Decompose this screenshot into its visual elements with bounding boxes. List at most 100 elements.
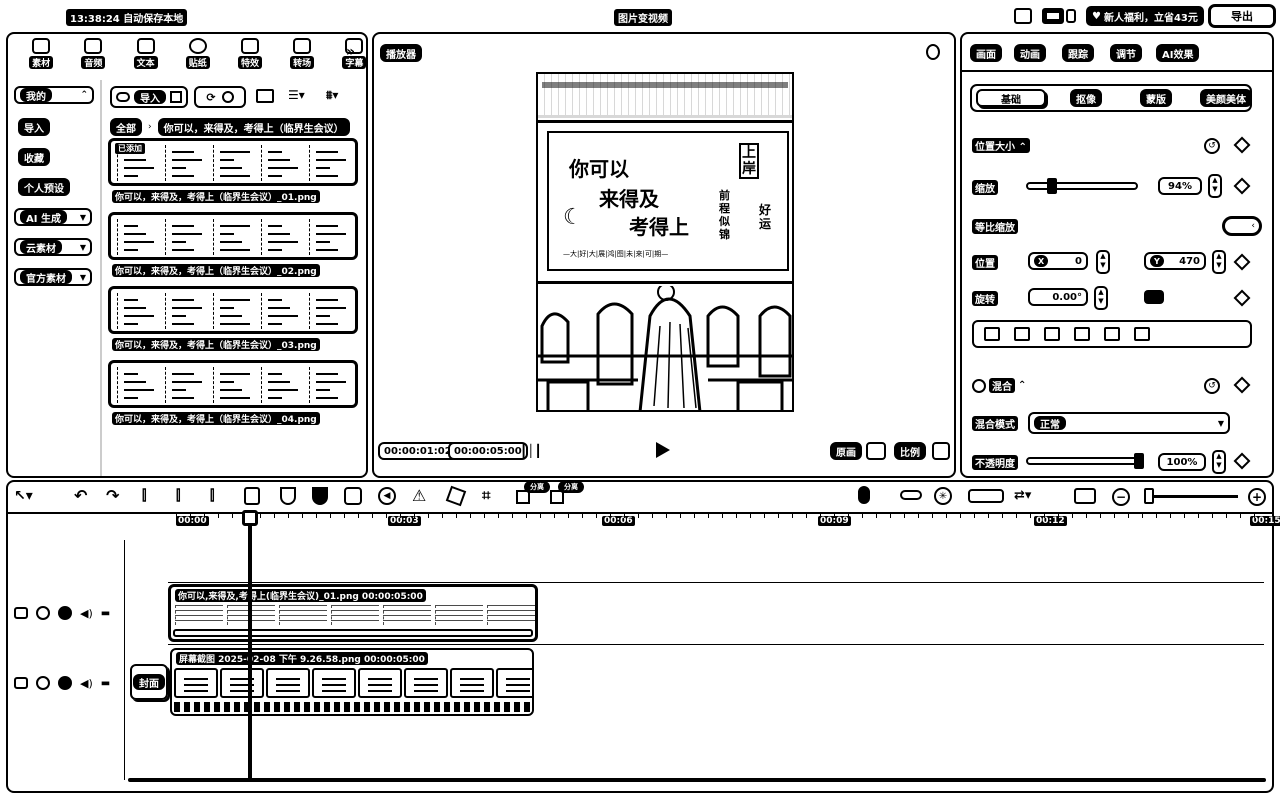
stepper-icon[interactable]: ▲ ▼ <box>1094 286 1108 310</box>
original-quality-button[interactable]: 原画 <box>830 442 862 460</box>
delete-icon[interactable] <box>244 487 260 505</box>
snap-icon[interactable]: ✳ <box>934 487 952 505</box>
record-button[interactable]: ⟳ <box>194 86 246 108</box>
scale-slider-knob[interactable] <box>1047 178 1058 194</box>
filter-icon[interactable]: ⩩▾ <box>326 88 338 103</box>
screenshot-icon[interactable] <box>1074 488 1096 504</box>
track-mode-icon[interactable]: ⇄▾ <box>1014 488 1031 503</box>
scale-input[interactable]: 94% <box>1158 177 1202 195</box>
list-view-icon[interactable] <box>256 89 274 103</box>
zoom-in-icon[interactable]: + <box>1248 488 1266 506</box>
inspector-tab-0[interactable]: 画面 <box>970 44 1002 62</box>
tab-sticker[interactable]: 贴纸 <box>180 38 216 69</box>
redo-icon[interactable]: ↷ <box>106 486 119 505</box>
opacity-slider-knob[interactable] <box>1134 453 1144 469</box>
inspector-tab-1[interactable]: 动画 <box>1014 44 1046 62</box>
blend-header[interactable]: 混合 ⌃ <box>972 378 1026 393</box>
nav-favorites[interactable]: 收藏 <box>18 148 50 166</box>
media-item[interactable]: 已添加 <box>108 138 358 186</box>
keyframe-icon[interactable] <box>1233 253 1251 271</box>
keyframe-icon[interactable] <box>1233 289 1251 307</box>
eye-icon[interactable] <box>58 606 72 620</box>
preview-canvas[interactable]: 你可以 来得及 考得上 ☾ 上岸 前程似锦 好运 —大|好|大|展|鸿|图|未|… <box>536 72 794 412</box>
reset-icon[interactable]: ↺ <box>1204 378 1220 394</box>
zoom-slider[interactable] <box>1144 495 1238 498</box>
shield-icon[interactable] <box>312 487 328 505</box>
split-icon[interactable]: ⫿ <box>142 488 146 504</box>
tab-media[interactable]: 素材 <box>23 38 59 69</box>
marker-icon[interactable] <box>280 487 296 505</box>
flip-icon[interactable] <box>1144 290 1164 304</box>
microphone-icon[interactable] <box>858 486 870 504</box>
filter-folder[interactable]: 你可以，来得及，考得上（临界生会议） <box>157 118 350 136</box>
timeline-scrollbar[interactable] <box>128 778 1266 782</box>
more-tabs-icon[interactable]: » <box>346 44 355 60</box>
monitor-icon[interactable] <box>1042 8 1064 24</box>
keyframe-icon[interactable] <box>1233 136 1251 154</box>
pos-y-input[interactable]: Y 470 <box>1144 252 1206 270</box>
nav-official[interactable]: 官方素材 ▼ <box>14 268 92 286</box>
export-button[interactable]: 导出 <box>1208 4 1276 28</box>
mute-icon[interactable]: ◀) <box>80 607 93 620</box>
import-button[interactable]: 导入 <box>110 86 188 108</box>
media-item[interactable] <box>108 212 358 260</box>
nav-import[interactable]: 导入 <box>18 118 50 136</box>
eye-icon[interactable] <box>58 676 72 690</box>
stepper-icon[interactable]: ▲ ▼ <box>1212 250 1226 274</box>
checkbox-icon[interactable] <box>972 378 986 393</box>
align-bottom-icon[interactable] <box>1134 327 1150 341</box>
stepper-icon[interactable]: ▲ ▼ <box>1096 250 1110 274</box>
stepper-icon[interactable]: ▲ ▼ <box>1212 450 1226 474</box>
sort-icon[interactable]: ☰▾ <box>288 88 305 102</box>
opacity-slider[interactable] <box>1026 457 1142 465</box>
more-icon[interactable]: ▬ <box>101 678 110 689</box>
split-right-icon[interactable]: ⫿ <box>210 488 214 504</box>
rotate-input[interactable]: 0.00° <box>1028 288 1088 306</box>
inspector-subtab-0[interactable]: 基础 <box>976 89 1046 107</box>
track-hide-icon[interactable] <box>36 606 50 620</box>
align-center-h-icon[interactable] <box>1014 327 1030 341</box>
promo-banner[interactable]: ♥ 新人福利，立省43元 <box>1086 6 1204 26</box>
track-lock-icon[interactable] <box>14 607 28 619</box>
align-left-icon[interactable] <box>984 327 1000 341</box>
ratio-button[interactable]: 比例 <box>894 442 926 460</box>
layout-icon[interactable] <box>1014 8 1032 24</box>
preview-axis-icon[interactable] <box>968 489 1004 503</box>
nav-ai[interactable]: AI 生成 ▼ <box>14 208 92 226</box>
media-item[interactable] <box>108 360 358 408</box>
mirror-icon[interactable]: ⚠ <box>412 486 426 505</box>
zoom-slider-knob[interactable] <box>1144 488 1154 504</box>
link-icon[interactable] <box>900 490 922 500</box>
project-title[interactable]: 图片变视频 <box>614 9 672 26</box>
tab-effects[interactable]: 特效 <box>232 38 268 69</box>
scale-slider[interactable] <box>1026 182 1138 190</box>
pos-x-input[interactable]: X 0 <box>1028 252 1088 270</box>
tab-transition[interactable]: 转场 <box>284 38 320 69</box>
keyframe-icon[interactable] <box>1233 376 1251 394</box>
playhead[interactable] <box>248 512 252 778</box>
tab-text[interactable]: 文本 <box>128 38 164 69</box>
mute-icon[interactable]: ◀) <box>80 677 93 690</box>
keyframe-icon[interactable] <box>1233 452 1251 470</box>
media-item[interactable] <box>108 286 358 334</box>
reset-icon[interactable]: ↺ <box>1204 138 1220 154</box>
keyframe-icon[interactable] <box>1233 177 1251 195</box>
align-top-icon[interactable] <box>1074 327 1090 341</box>
nav-cloud[interactable]: 云素材 ▼ <box>14 238 92 256</box>
fullscreen-icon[interactable] <box>932 442 950 460</box>
inspector-tab-3[interactable]: 调节 <box>1110 44 1142 62</box>
track-lock-icon[interactable] <box>14 677 28 689</box>
inspector-subtab-2[interactable]: 蒙版 <box>1140 89 1172 107</box>
inspector-tab-4[interactable]: AI效果 <box>1156 44 1200 62</box>
track-hide-icon[interactable] <box>36 676 50 690</box>
blend-mode-select[interactable]: 正常 ▼ <box>1028 412 1230 434</box>
playhead-handle[interactable] <box>242 510 258 526</box>
position-size-header[interactable]: 位置大小 ⌃ <box>972 138 1030 153</box>
inspector-tab-2[interactable]: 跟踪 <box>1062 44 1094 62</box>
play-icon[interactable] <box>656 442 670 458</box>
tab-audio[interactable]: 音频 <box>75 38 111 69</box>
stepper-icon[interactable]: ▲ ▼ <box>1208 174 1222 198</box>
split-left-icon[interactable]: ⫿ <box>176 488 180 504</box>
select-tool-icon[interactable]: ↖▾ <box>14 488 33 504</box>
timeline-clip-2[interactable]: 屏幕截图 2025-02-08 下午 9.26.58.png 00:00:05:… <box>170 648 534 716</box>
